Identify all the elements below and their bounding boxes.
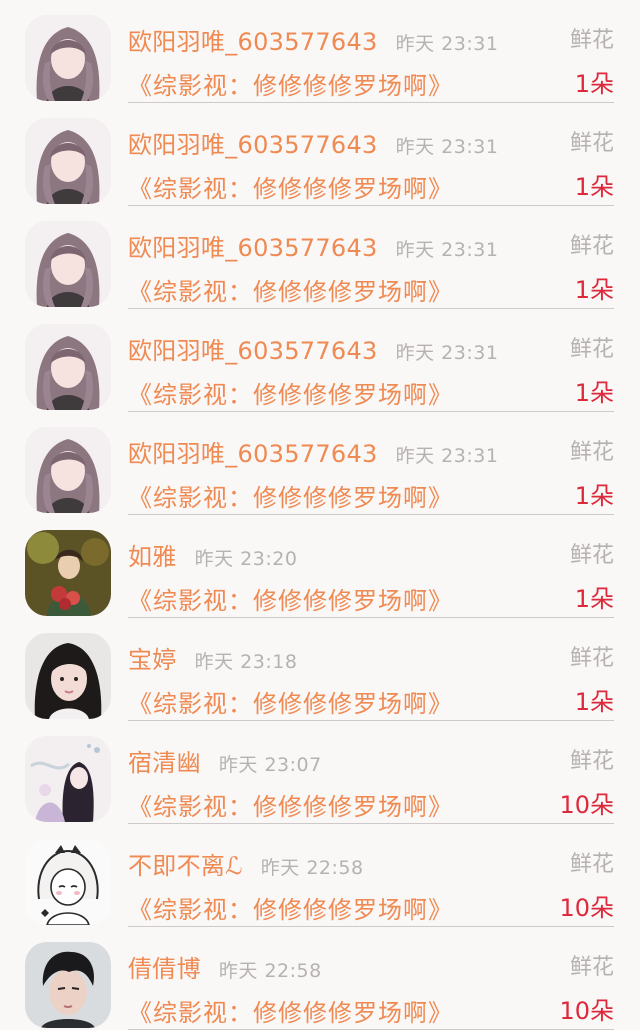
- gift-count: 10朵: [559, 894, 614, 922]
- user-avatar[interactable]: [25, 221, 111, 307]
- book-title[interactable]: 《综影视：修修修修罗场啊》: [128, 169, 453, 204]
- sketch-girl-avatar-icon: [25, 839, 111, 925]
- sender-name[interactable]: 欧阳羽唯_603577643: [128, 28, 378, 56]
- gift-count: 1朵: [574, 70, 614, 98]
- user-avatar[interactable]: [25, 839, 111, 925]
- book-title[interactable]: 《综影视：修修修修罗场啊》: [128, 684, 453, 719]
- sender-name[interactable]: 不即不离ℒ: [128, 852, 243, 880]
- gift-time: 昨天 23:31: [395, 342, 499, 364]
- gift-type: 鲜花: [569, 131, 614, 156]
- gift-time: 昨天 23:31: [395, 136, 499, 158]
- gift-type: 鲜花: [569, 543, 614, 568]
- item-content: 如雅 昨天 23:20 鲜花 《综影视：修修修修罗场啊》 1朵: [128, 515, 614, 618]
- user-avatar[interactable]: [25, 942, 111, 1028]
- user-avatar[interactable]: [25, 118, 111, 204]
- gift-time: 昨天 23:18: [194, 651, 298, 673]
- gift-time: 昨天 23:07: [218, 754, 322, 776]
- anime-girl-avatar-icon: [25, 15, 111, 101]
- gift-type: 鲜花: [569, 337, 614, 362]
- item-content: 宝婷 昨天 23:18 鲜花 《综影视：修修修修罗场啊》 1朵: [128, 618, 614, 721]
- gift-type: 鲜花: [569, 955, 614, 980]
- item-content: 欧阳羽唯_603577643 昨天 23:31 鲜花 《综影视：修修修修罗场啊》 …: [128, 206, 614, 309]
- item-content: 倩倩博 昨天 22:58 鲜花 《综影视：修修修修罗场啊》 10朵: [128, 927, 614, 1030]
- book-title[interactable]: 《综影视：修修修修罗场啊》: [128, 478, 453, 513]
- list-item[interactable]: 宿清幽 昨天 23:07 鲜花 《综影视：修修修修罗场啊》 10朵: [0, 721, 640, 824]
- gift-type: 鲜花: [569, 646, 614, 671]
- gift-type: 鲜花: [569, 749, 614, 774]
- anime-girl-avatar-icon: [25, 324, 111, 410]
- book-title[interactable]: 《综影视：修修修修罗场啊》: [128, 787, 453, 822]
- item-content: 欧阳羽唯_603577643 昨天 23:31 鲜花 《综影视：修修修修罗场啊》 …: [128, 0, 614, 103]
- gift-count: 1朵: [574, 585, 614, 613]
- gift-time: 昨天 22:58: [260, 857, 364, 879]
- user-avatar[interactable]: [25, 15, 111, 101]
- gift-count: 1朵: [574, 379, 614, 407]
- item-content: 不即不离ℒ 昨天 22:58 鲜花 《综影视：修修修修罗场啊》 10朵: [128, 824, 614, 927]
- illustration-avatar-icon: [25, 736, 111, 822]
- user-avatar[interactable]: [25, 324, 111, 410]
- book-title[interactable]: 《综影视：修修修修罗场啊》: [128, 993, 453, 1028]
- gift-type: 鲜花: [569, 234, 614, 259]
- painting-avatar-icon: [25, 530, 111, 616]
- sender-name[interactable]: 欧阳羽唯_603577643: [128, 337, 378, 365]
- book-title[interactable]: 《综影视：修修修修罗场啊》: [128, 375, 453, 410]
- list-item[interactable]: 宝婷 昨天 23:18 鲜花 《综影视：修修修修罗场啊》 1朵: [0, 618, 640, 721]
- sender-name[interactable]: 宝婷: [128, 646, 177, 674]
- gift-type: 鲜花: [569, 852, 614, 877]
- sender-name[interactable]: 欧阳羽唯_603577643: [128, 131, 378, 159]
- gift-time: 昨天 23:31: [395, 33, 499, 55]
- gift-record-list: 欧阳羽唯_603577643 昨天 23:31 鲜花 《综影视：修修修修罗场啊》 …: [0, 0, 640, 1030]
- list-item[interactable]: 不即不离ℒ 昨天 22:58 鲜花 《综影视：修修修修罗场啊》 10朵: [0, 824, 640, 927]
- item-content: 宿清幽 昨天 23:07 鲜花 《综影视：修修修修罗场啊》 10朵: [128, 721, 614, 824]
- girl-photo-avatar-icon: [25, 633, 111, 719]
- gift-count: 1朵: [574, 482, 614, 510]
- gift-count: 1朵: [574, 276, 614, 304]
- gift-type: 鲜花: [569, 440, 614, 465]
- anime-girl-avatar-icon: [25, 118, 111, 204]
- user-avatar[interactable]: [25, 427, 111, 513]
- list-item[interactable]: 欧阳羽唯_603577643 昨天 23:31 鲜花 《综影视：修修修修罗场啊》 …: [0, 0, 640, 103]
- list-item[interactable]: 欧阳羽唯_603577643 昨天 23:31 鲜花 《综影视：修修修修罗场啊》 …: [0, 412, 640, 515]
- anime-girl-avatar-icon: [25, 221, 111, 307]
- item-content: 欧阳羽唯_603577643 昨天 23:31 鲜花 《综影视：修修修修罗场啊》 …: [128, 103, 614, 206]
- item-content: 欧阳羽唯_603577643 昨天 23:31 鲜花 《综影视：修修修修罗场啊》 …: [128, 412, 614, 515]
- item-content: 欧阳羽唯_603577643 昨天 23:31 鲜花 《综影视：修修修修罗场啊》 …: [128, 309, 614, 412]
- anime-girl-avatar-icon: [25, 427, 111, 513]
- sender-name[interactable]: 如雅: [128, 543, 177, 571]
- gift-time: 昨天 23:31: [395, 445, 499, 467]
- gift-type: 鲜花: [569, 28, 614, 53]
- list-item[interactable]: 如雅 昨天 23:20 鲜花 《综影视：修修修修罗场啊》 1朵: [0, 515, 640, 618]
- sender-name[interactable]: 倩倩博: [128, 955, 201, 983]
- book-title[interactable]: 《综影视：修修修修罗场啊》: [128, 272, 453, 307]
- gift-count: 1朵: [574, 173, 614, 201]
- user-avatar[interactable]: [25, 736, 111, 822]
- sender-name[interactable]: 宿清幽: [128, 749, 201, 777]
- user-avatar[interactable]: [25, 530, 111, 616]
- gift-count: 1朵: [574, 688, 614, 716]
- gift-time: 昨天 23:31: [395, 239, 499, 261]
- list-item[interactable]: 欧阳羽唯_603577643 昨天 23:31 鲜花 《综影视：修修修修罗场啊》 …: [0, 206, 640, 309]
- boy-photo-avatar-icon: [25, 942, 111, 1028]
- gift-time: 昨天 22:58: [218, 960, 322, 982]
- list-item[interactable]: 倩倩博 昨天 22:58 鲜花 《综影视：修修修修罗场啊》 10朵: [0, 927, 640, 1030]
- list-item[interactable]: 欧阳羽唯_603577643 昨天 23:31 鲜花 《综影视：修修修修罗场啊》 …: [0, 309, 640, 412]
- sender-name[interactable]: 欧阳羽唯_603577643: [128, 440, 378, 468]
- gift-count: 10朵: [559, 791, 614, 819]
- user-avatar[interactable]: [25, 633, 111, 719]
- sender-name[interactable]: 欧阳羽唯_603577643: [128, 234, 378, 262]
- gift-count: 10朵: [559, 997, 614, 1025]
- book-title[interactable]: 《综影视：修修修修罗场啊》: [128, 890, 453, 925]
- book-title[interactable]: 《综影视：修修修修罗场啊》: [128, 581, 453, 616]
- list-item[interactable]: 欧阳羽唯_603577643 昨天 23:31 鲜花 《综影视：修修修修罗场啊》 …: [0, 103, 640, 206]
- gift-time: 昨天 23:20: [194, 548, 298, 570]
- book-title[interactable]: 《综影视：修修修修罗场啊》: [128, 66, 453, 101]
